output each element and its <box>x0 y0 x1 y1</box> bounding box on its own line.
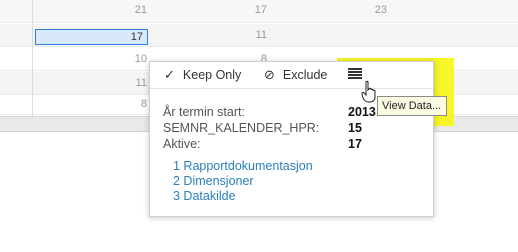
detail-row: Aktive: 17 <box>163 136 376 152</box>
popover-toolbar: ✓ Keep Only ⊘ Exclude <box>150 62 433 89</box>
exclude-button[interactable]: ⊘ Exclude <box>264 67 327 83</box>
grid-header-cell: 23 <box>374 4 387 16</box>
data-point-popover: ✓ Keep Only ⊘ Exclude År termin start: 2… <box>149 61 434 217</box>
keep-only-button[interactable]: ✓ Keep Only <box>164 67 241 83</box>
grid-cell[interactable]: 11 <box>227 29 267 41</box>
no-entry-icon: ⊘ <box>264 67 275 82</box>
detail-value: 15 <box>348 121 362 135</box>
link-dimensjoner[interactable]: 2 Dimensjoner <box>173 174 313 189</box>
detail-value: 17 <box>348 137 362 151</box>
grid-header-cell: 17 <box>254 4 267 16</box>
exclude-label: Exclude <box>282 68 328 82</box>
hand-cursor-icon <box>361 80 376 103</box>
view-data-tooltip: View Data... <box>377 96 447 116</box>
report-links: 1 Rapportdokumentasjon 2 Dimensjoner 3 D… <box>173 159 313 204</box>
selected-cell[interactable]: 17 <box>35 29 148 45</box>
detail-label: SEMNR_KALENDER_HPR: <box>163 121 320 135</box>
column-divider <box>32 0 33 118</box>
data-point-details: År termin start: 2013 SEMNR_KALENDER_HPR… <box>163 104 376 152</box>
detail-row: År termin start: 2013 <box>163 104 376 120</box>
detail-label: Aktive: <box>163 137 201 151</box>
grid-header-row: 21 17 23 <box>0 0 518 23</box>
grid-cell[interactable]: 8 <box>107 98 147 110</box>
check-icon: ✓ <box>164 67 175 82</box>
grid-cell[interactable]: 10 <box>107 53 147 65</box>
keep-only-label: Keep Only <box>182 68 242 82</box>
grid-cell[interactable]: 11 <box>107 77 147 89</box>
detail-row: SEMNR_KALENDER_HPR: 15 <box>163 120 376 136</box>
link-datakilde[interactable]: 3 Datakilde <box>173 189 313 204</box>
grid-header-cell: 21 <box>134 4 147 16</box>
view-data-button[interactable] <box>348 66 364 80</box>
detail-label: År termin start: <box>163 105 245 119</box>
link-rapportdokumentasjon[interactable]: 1 Rapportdokumentasjon <box>173 159 313 174</box>
detail-value: 2013 <box>348 105 376 119</box>
